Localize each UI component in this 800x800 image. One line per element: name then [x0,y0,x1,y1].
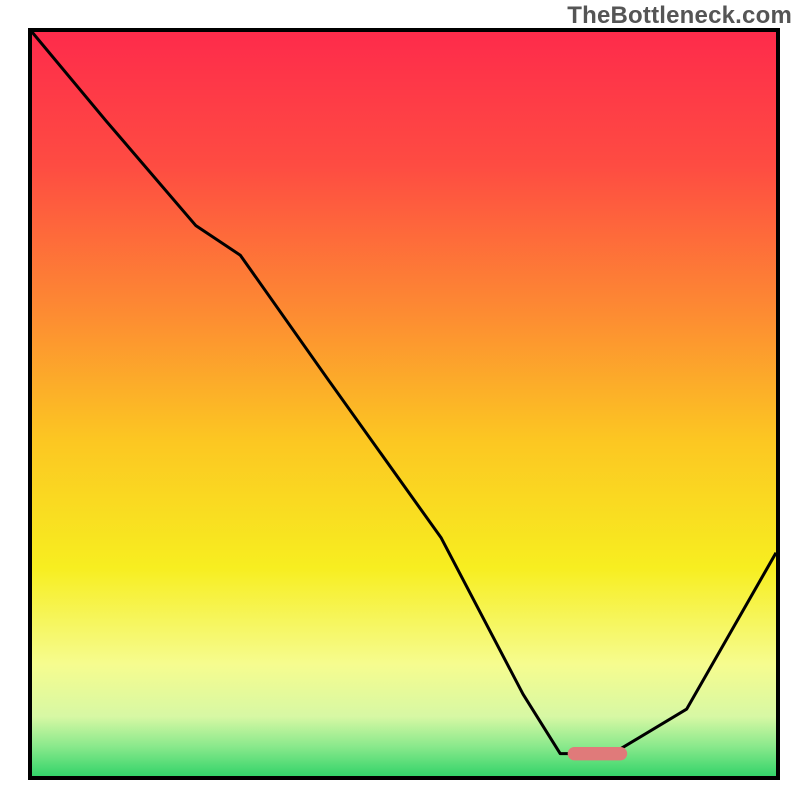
plot-frame [28,28,780,780]
chart-stage: TheBottleneck.com [0,0,800,800]
watermark-label: TheBottleneck.com [567,2,792,30]
plot-overlay [32,32,776,776]
highlight-marker [568,747,628,760]
curve-line [32,32,776,754]
